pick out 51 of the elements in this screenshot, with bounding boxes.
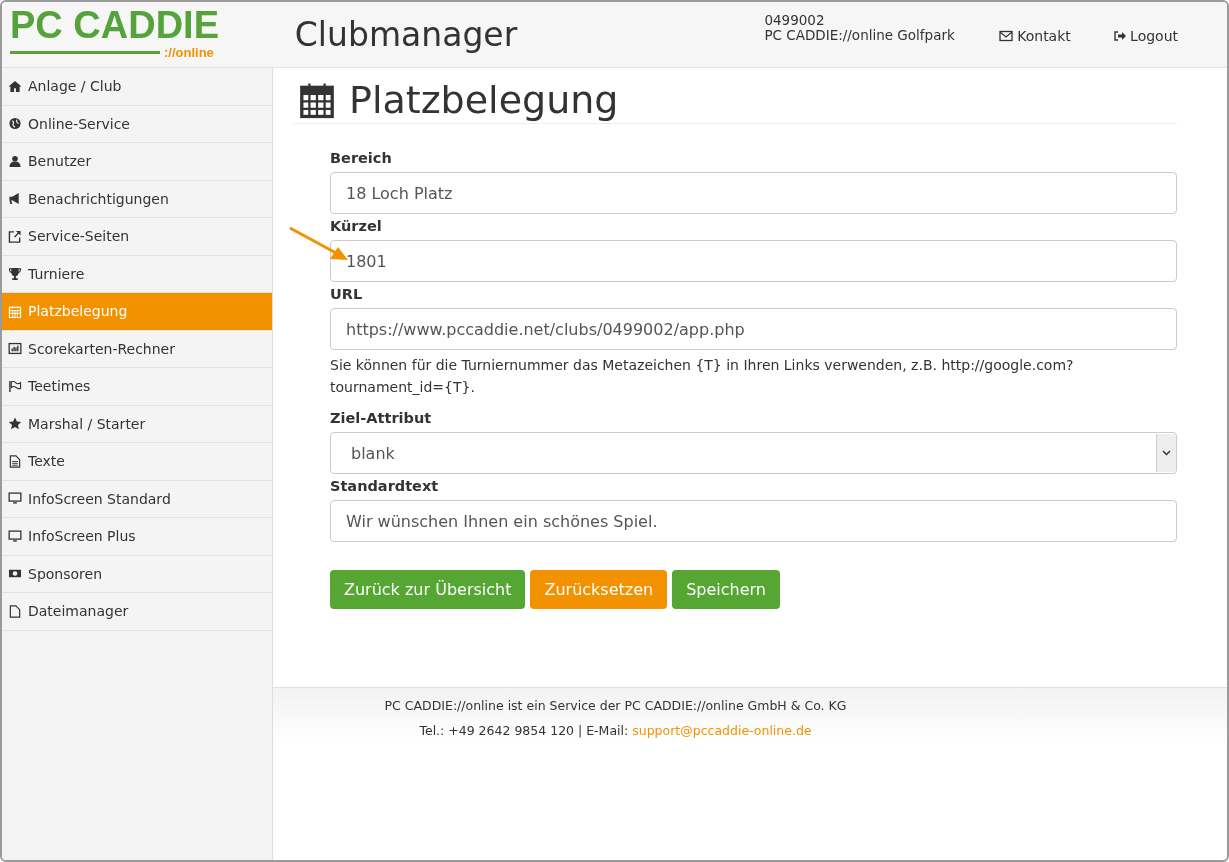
sign-out-icon: [1113, 30, 1127, 42]
sidebar-item[interactable]: Benutzer: [2, 143, 272, 181]
external-icon: [8, 229, 22, 243]
file-icon: [8, 604, 22, 618]
contact-link[interactable]: Kontakt: [999, 28, 1114, 44]
sidebar-item[interactable]: Anlage / Club: [2, 68, 272, 106]
sidebar-item[interactable]: Benachrichtigungen: [2, 180, 272, 218]
sidebar-item[interactable]: Texte: [2, 443, 272, 481]
field-label: Ziel-Attribut: [330, 410, 433, 426]
globe-icon: [8, 117, 22, 131]
input-field[interactable]: 18 Loch Platz: [330, 172, 1177, 214]
calendar-icon: [8, 304, 22, 318]
field-label: Bereich: [330, 150, 393, 166]
bullhorn-icon: [8, 192, 22, 206]
page-title: Platzbelegung: [349, 77, 619, 122]
input-field[interactable]: 1801: [330, 240, 1177, 282]
sidebar-item[interactable]: Sponsoren: [2, 555, 272, 593]
field-label: URL: [330, 286, 364, 302]
home-icon: [8, 79, 22, 93]
star-icon: [8, 417, 22, 431]
input-field[interactable]: Wir wünschen Ihnen ein schönes Spiel.: [330, 500, 1177, 542]
chart-icon: [8, 342, 22, 356]
sidebar-item[interactable]: Online-Service: [2, 105, 272, 143]
sidebar-item[interactable]: InfoScreen Plus: [2, 518, 272, 556]
monitor-icon: [8, 529, 22, 543]
select-field[interactable]: blank: [330, 432, 1177, 474]
chevron-down-icon: [1162, 450, 1171, 456]
sidebar-item[interactable]: Scorekarten-Rechner: [2, 330, 272, 368]
logout-link[interactable]: Logout: [1113, 28, 1227, 44]
monitor-icon: [8, 492, 22, 506]
help-text: Sie können für die Turniernummer das Metazeichen {T} in Ihren Links verwenden, z.B. http://google.com?tournament_id={T}.: [330, 356, 1075, 397]
account-name: PC CADDIE://online Golfpark: [764, 28, 956, 43]
flag-icon: [8, 379, 22, 393]
sidebar-item[interactable]: Service-Seiten: [2, 218, 272, 256]
account-id: 0499002: [764, 13, 826, 28]
sidebar-item[interactable]: Teetimes: [2, 368, 272, 406]
sidebar-item[interactable]: Dateimanager: [2, 593, 272, 631]
sidebar-item[interactable]: InfoScreen Standard: [2, 480, 272, 518]
footer-text: Tel.: +49 2642 9854 120 | E-Mail:: [419, 723, 629, 738]
input-field[interactable]: https://www.pccaddie.net/clubs/0499002/app.php: [330, 308, 1177, 350]
envelope-icon: [999, 30, 1014, 42]
footer-text: PC CADDIE://online ist ein Service der PC CADDIE://online GmbH & Co. KG: [383, 697, 848, 715]
sidebar-item[interactable]: Marshal / Starter: [2, 405, 272, 443]
logo-wordmark: PC CADDIE: [10, 4, 220, 46]
trophy-icon: [8, 267, 22, 281]
app-title: Clubmanager: [294, 15, 519, 54]
doc-icon: [8, 454, 22, 468]
logo-suffix: ://online: [164, 45, 214, 60]
field-label: Kürzel: [330, 218, 383, 234]
user-icon: [8, 154, 22, 168]
field-label: Standardtext: [330, 478, 440, 494]
